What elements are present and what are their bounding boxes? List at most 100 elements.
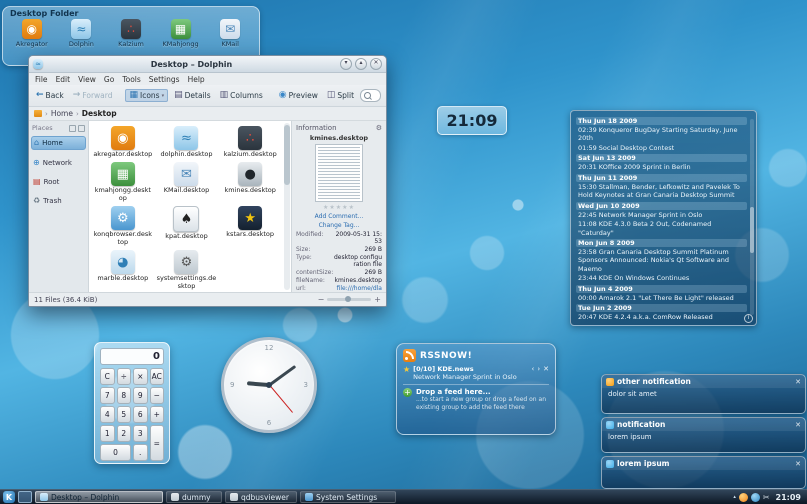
details-view-button[interactable]: ▤ Details (171, 90, 214, 101)
news-item[interactable]: 20:31 KOffice 2009 Sprint in Berlin (576, 163, 747, 171)
change-tag-link[interactable]: Change Tag... (296, 222, 382, 229)
menu-file[interactable]: File (35, 75, 48, 84)
zoom-in-icon[interactable]: + (374, 295, 381, 304)
find-icon[interactable] (386, 89, 387, 102)
news-item[interactable]: 22:45 Network Manager Sprint in Oslo (576, 211, 747, 219)
close-button[interactable]: ✕ (370, 58, 382, 70)
file-item[interactable]: ♠ kpat.desktop (155, 203, 219, 246)
menu-go[interactable]: Go (104, 75, 114, 84)
calc-key-allclear[interactable]: AC (150, 368, 165, 385)
task-button-qdbusviewer[interactable]: qdbusviewer (225, 491, 297, 503)
network-tray-icon[interactable] (751, 493, 760, 502)
calc-key-2[interactable]: 2 (117, 425, 132, 442)
breadcrumb-home[interactable]: Home (51, 109, 73, 118)
news-item[interactable]: 01:59 Social Desktop Contest (576, 144, 747, 152)
file-item[interactable]: ≈ dolphin.desktop (155, 123, 219, 158)
menu-edit[interactable]: Edit (56, 75, 71, 84)
calc-key-7[interactable]: 7 (100, 387, 115, 404)
drop-feed-area[interactable]: + Drop a feed here... ...to start a new … (403, 388, 549, 411)
update-notifier-icon[interactable] (739, 493, 748, 502)
news-item[interactable]: 23:44 KDE On Windows Continues (576, 274, 747, 282)
close-icon[interactable]: ✕ (543, 365, 549, 373)
menu-view[interactable]: View (78, 75, 96, 84)
task-button-dolphin[interactable]: Desktop – Dolphin (35, 491, 163, 503)
scrollbar-thumb[interactable] (750, 207, 754, 253)
calc-key-8[interactable]: 8 (117, 387, 132, 404)
panel-clock[interactable]: 21:09 (776, 493, 801, 502)
places-item-trash[interactable]: ♻ Trash (31, 195, 86, 207)
news-item[interactable]: 00:00 Amarok 2.1 "Let There Be Light" re… (576, 294, 747, 302)
file-item[interactable]: ⚙ systemsettings.desktop (155, 247, 219, 290)
places-item-home[interactable]: ⌂ Home (31, 136, 86, 150)
next-icon[interactable]: › (537, 365, 540, 373)
preview-button[interactable]: ◉ Preview (276, 90, 321, 101)
kickoff-launcher-button[interactable]: K (3, 491, 15, 503)
calc-key-clear[interactable]: C (100, 368, 115, 385)
places-item-root[interactable]: ▤ Root (31, 176, 86, 188)
calc-key-1[interactable]: 1 (100, 425, 115, 442)
places-item-network[interactable]: ⊕ Network (31, 157, 86, 169)
add-comment-link[interactable]: Add Comment... (296, 213, 382, 220)
feed-headline[interactable]: Network Manager Sprint in Oslo (413, 373, 528, 381)
calc-key-minus[interactable]: − (150, 387, 165, 404)
calc-key-3[interactable]: 3 (133, 425, 148, 442)
prev-icon[interactable]: ‹ (532, 365, 535, 373)
menu-settings[interactable]: Settings (149, 75, 180, 84)
breadcrumb-current[interactable]: Desktop (82, 109, 117, 118)
close-icon[interactable]: ✕ (795, 421, 801, 429)
minimize-button[interactable]: ▾ (340, 58, 352, 70)
icons-view-button[interactable]: ▦ Icons ▾ (125, 89, 168, 102)
file-item[interactable]: ▦ kmahjongg.desktop (91, 159, 155, 202)
zoom-slider[interactable] (327, 298, 371, 301)
desktop-icon-kmahjongg[interactable]: ▦ KMahjongg (158, 19, 204, 48)
calc-key-plus[interactable]: + (150, 406, 165, 423)
desktop-icon-kalzium[interactable]: ∴ Kalzium (108, 19, 154, 48)
zoom-out-icon[interactable]: − (318, 295, 325, 304)
zoom-slider-thumb[interactable] (345, 296, 351, 302)
calc-key-9[interactable]: 9 (133, 387, 148, 404)
maximize-button[interactable]: ▴ (355, 58, 367, 70)
news-item[interactable]: 02:39 Konqueror BugDay Starting Saturday… (576, 126, 747, 143)
star-icon[interactable]: ★ (403, 365, 410, 374)
file-item[interactable]: ⚙ konqbrowser.desktop (91, 203, 155, 246)
gear-icon[interactable]: ⚙ (376, 124, 382, 132)
vertical-scrollbar[interactable] (284, 123, 290, 290)
file-item[interactable]: ◕ marble.desktop (91, 247, 155, 290)
close-icon[interactable]: ✕ (795, 378, 801, 386)
desktop-icon-akregator[interactable]: ◉ Akregator (9, 19, 55, 48)
pager-icon[interactable] (18, 491, 32, 503)
file-item[interactable]: ∴ kalzium.desktop (218, 123, 282, 158)
calc-key-0[interactable]: 0 (100, 444, 131, 461)
desktop-icon-dolphin[interactable]: ≈ Dolphin (58, 19, 104, 48)
menu-help[interactable]: Help (188, 75, 205, 84)
calc-key-6[interactable]: 6 (133, 406, 148, 423)
desktop-icon-kmail[interactable]: ✉ KMail (207, 19, 253, 48)
file-item[interactable]: ● kmines.desktop (218, 159, 282, 202)
panel-button-icon[interactable] (69, 125, 76, 132)
file-item[interactable]: ◉ akregator.desktop (91, 123, 155, 158)
close-icon[interactable]: ✕ (795, 460, 801, 468)
file-item[interactable]: ★ kstars.desktop (218, 203, 282, 246)
calc-key-5[interactable]: 5 (117, 406, 132, 423)
back-button[interactable]: ← Back (33, 90, 67, 101)
calc-key-multiply[interactable]: × (133, 368, 148, 385)
window-titlebar[interactable]: ≈ Desktop – Dolphin ▾ ▴ ✕ (29, 56, 386, 73)
calc-key-decimal[interactable]: . (133, 444, 148, 461)
file-item[interactable]: ✉ KMail.desktop (155, 159, 219, 202)
tray-expander-icon[interactable]: ▴ (733, 494, 736, 500)
calc-key-4[interactable]: 4 (100, 406, 115, 423)
search-input[interactable] (373, 91, 377, 101)
info-icon[interactable]: i (744, 314, 753, 323)
columns-view-button[interactable]: ▥ Columns (217, 90, 266, 101)
forward-button[interactable]: → Forward (70, 90, 116, 101)
calc-key-equals[interactable]: = (150, 425, 165, 461)
news-item[interactable]: 20:47 KDE 4.2.4 a.k.a. ComRow Released (576, 313, 747, 321)
news-item[interactable]: 15:30 Stallman, Bender, Lefkowitz and Pa… (576, 183, 747, 200)
klipper-icon[interactable]: ✂ (763, 493, 770, 502)
task-button-systemsettings[interactable]: System Settings (300, 491, 396, 503)
news-item[interactable]: 11:08 KDE 4.3.0 Beta 2 Out, Codenamed "C… (576, 220, 747, 237)
split-button[interactable]: ◫ Split (324, 90, 357, 101)
news-item[interactable]: 23:58 Gran Canaria Desktop Summit Platin… (576, 248, 747, 273)
calc-key-divide[interactable]: ÷ (117, 368, 132, 385)
menu-tools[interactable]: Tools (122, 75, 140, 84)
